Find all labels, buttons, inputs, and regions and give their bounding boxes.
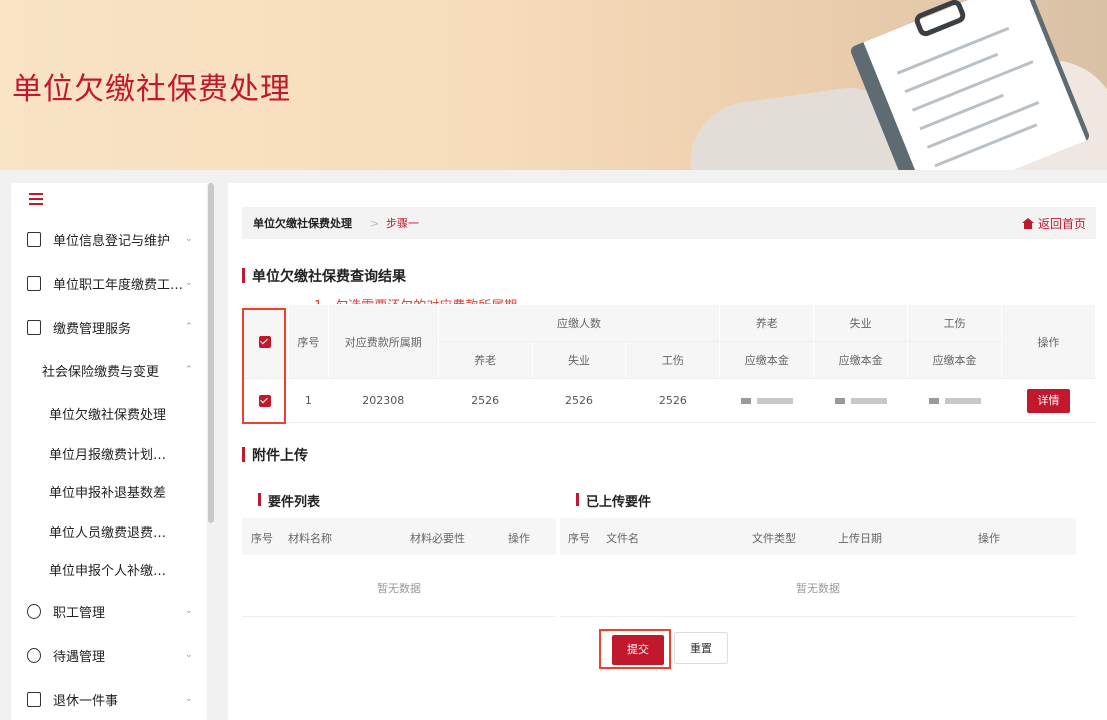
header-injury: 工伤: [907, 304, 1003, 342]
main-content: 单位欠缴社保费处理 > 步骤一 返回首页 单位欠缴社保费查询结果 1、勾选需要还…: [228, 183, 1107, 720]
breadcrumb-parent[interactable]: 单位欠缴社保费处理: [253, 215, 352, 231]
header-pension: 养老: [719, 304, 815, 342]
sidebar-item-monthly-plan[interactable]: 单位月报缴费计划…: [11, 433, 207, 473]
header-unemployment-count: 失业: [531, 341, 627, 379]
breadcrumb-separator: >: [370, 216, 380, 230]
header-injury-count: 工伤: [625, 341, 721, 379]
header-period: 对应费款所属期: [327, 304, 439, 379]
masked-injury-amount: [928, 398, 981, 404]
sidebar-item-annual-payment[interactable]: 单位职工年度缴费工… ⌄: [11, 263, 207, 303]
chevron-down-icon: ⌄: [185, 606, 193, 616]
home-link[interactable]: 返回首页: [1021, 215, 1086, 232]
sidebar-item-benefits[interactable]: 待遇管理 ⌄: [11, 635, 207, 675]
benefits-icon: [27, 647, 41, 663]
breadcrumb-current: 步骤一: [386, 217, 419, 230]
header-pension-count: 养老: [437, 341, 533, 379]
chevron-down-icon: ⌄: [185, 650, 193, 660]
staff-icon: [27, 603, 41, 619]
sidebar-item-retirement[interactable]: 退休一件事 ⌄: [11, 679, 207, 719]
retirement-icon: [27, 691, 41, 707]
header-unemployment-principal: 应缴本金: [813, 341, 909, 379]
home-icon: [1021, 217, 1034, 229]
uploaded-list-header: 序号 文件名 文件类型 上传日期 操作: [560, 518, 1076, 555]
detail-button[interactable]: 详情: [1027, 388, 1070, 413]
divider: [560, 616, 1076, 617]
banner-title: 单位欠缴社保费处理: [12, 72, 291, 107]
sidebar-scrollbar[interactable]: [208, 183, 214, 523]
table-row: 1 202308 2526 2526 2526 详情: [242, 378, 1096, 423]
query-section-title: 单位欠缴社保费查询结果: [242, 266, 406, 286]
row-index: 1: [288, 378, 329, 423]
masked-pension-amount: [740, 398, 793, 404]
row-period: 202308: [328, 378, 439, 423]
required-list-title: 要件列表: [258, 491, 320, 510]
upload-section-title: 附件上传: [242, 445, 308, 465]
chevron-down-icon: ⌄: [185, 278, 193, 288]
header-unemployment: 失业: [813, 304, 909, 342]
required-list-header: 序号 材料名称 材料必要性 操作: [242, 518, 556, 555]
header-action: 操作: [1001, 304, 1096, 379]
uploaded-list-empty: 暂无数据: [796, 582, 840, 595]
sidebar-item-unit-info[interactable]: 单位信息登记与维护 ⌄: [11, 219, 207, 259]
sidebar: 单位信息登记与维护 ⌄ 单位职工年度缴费工… ⌄ 缴费管理服务 ⌃ 社会保险缴费…: [11, 183, 207, 720]
header-pension-principal: 应缴本金: [719, 341, 815, 379]
page-banner: 单位欠缴社保费处理: [0, 0, 1107, 170]
row-pension-count: 2526: [438, 378, 533, 423]
uploaded-list-title: 已上传要件: [576, 491, 651, 510]
sidebar-item-staff[interactable]: 职工管理 ⌄: [11, 591, 207, 631]
breadcrumb: 单位欠缴社保费处理 > 步骤一 返回首页: [242, 207, 1096, 239]
row-unemployment-count: 2526: [532, 378, 626, 423]
divider: [242, 616, 556, 617]
building-icon: [27, 231, 41, 247]
header-index: 序号: [287, 304, 329, 379]
row-injury-count: 2526: [625, 378, 720, 423]
chevron-up-icon: ⌃: [185, 365, 193, 375]
reset-button[interactable]: 重置: [674, 632, 728, 664]
chevron-down-icon: ⌄: [185, 694, 193, 704]
document-icon: [27, 275, 41, 291]
masked-unemployment-amount: [834, 398, 887, 404]
sidebar-item-arrears[interactable]: 单位欠缴社保费处理: [11, 393, 207, 433]
header-payers: 应缴人数: [437, 304, 721, 342]
sidebar-item-payment-services[interactable]: 缴费管理服务 ⌃: [11, 307, 207, 347]
sidebar-item-refund[interactable]: 单位人员缴费退费…: [11, 511, 207, 551]
query-result-table: 序号 对应费款所属期 应缴人数 养老 失业 工伤 操作 养老 失业 工伤 应缴本…: [242, 304, 1096, 423]
collapse-menu-icon[interactable]: [29, 193, 43, 205]
chevron-down-icon: ⌄: [185, 234, 193, 244]
sidebar-item-insurance-change[interactable]: 社会保险缴费与变更 ⌃: [11, 350, 207, 390]
home-link-label: 返回首页: [1037, 216, 1086, 231]
chevron-up-icon: ⌃: [185, 322, 193, 332]
payment-icon: [27, 319, 41, 335]
required-list-empty: 暂无数据: [377, 582, 421, 595]
sidebar-item-personal-supplement[interactable]: 单位申报个人补缴…: [11, 549, 207, 589]
highlight-checkbox-column: [242, 308, 286, 424]
sidebar-item-base-diff[interactable]: 单位申报补退基数差: [11, 471, 207, 511]
banner-photo: [650, 0, 1107, 170]
highlight-submit: [599, 629, 671, 669]
header-injury-principal: 应缴本金: [907, 341, 1003, 379]
